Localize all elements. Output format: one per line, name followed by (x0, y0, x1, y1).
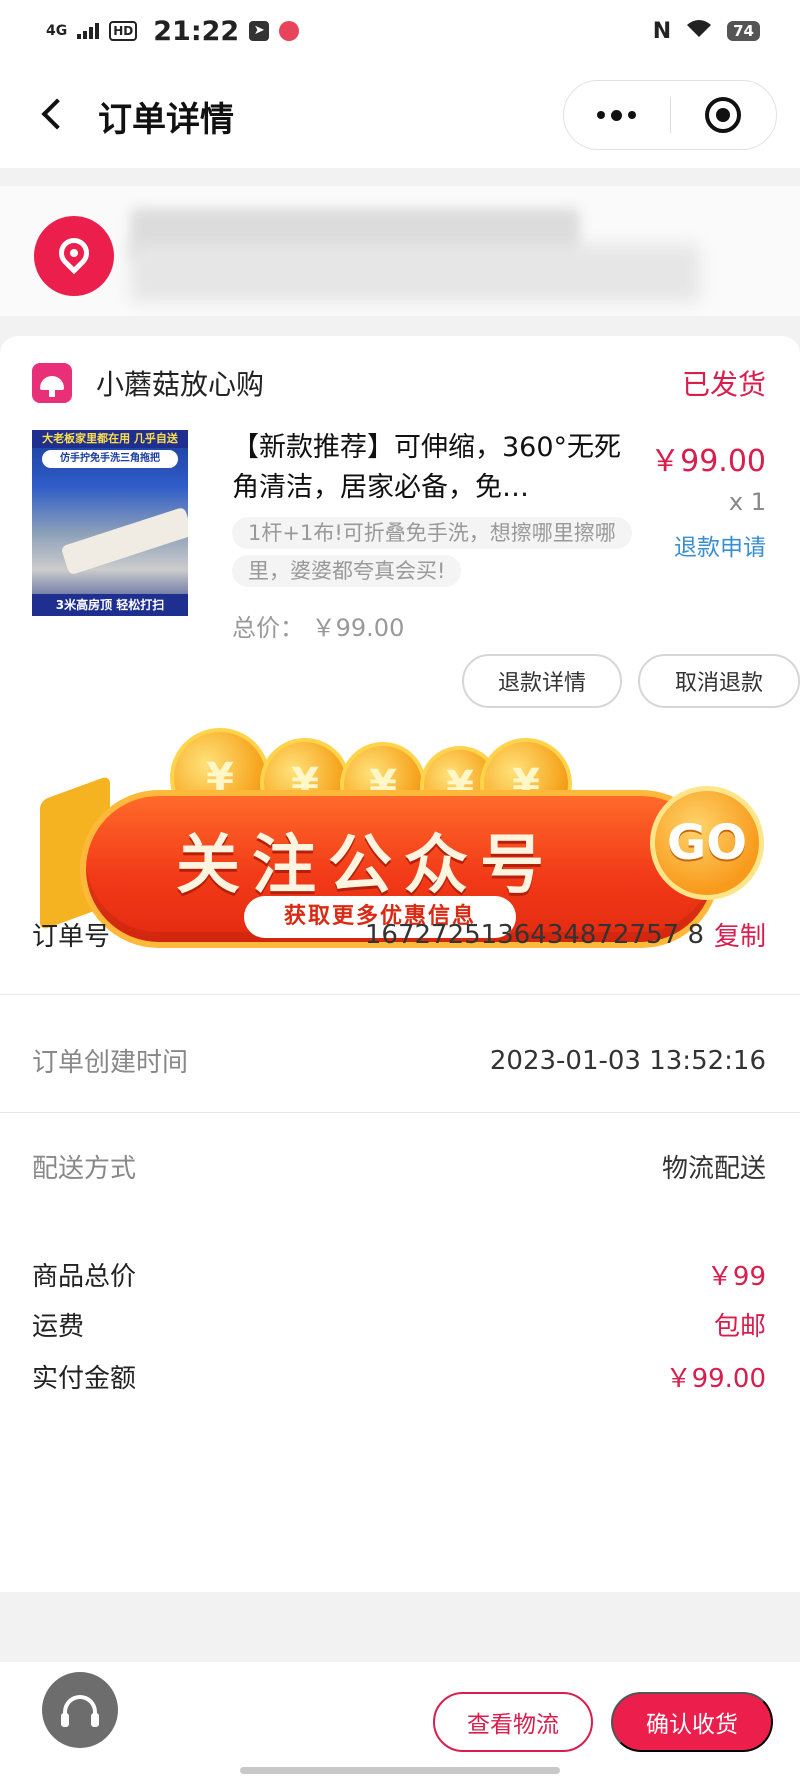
go-button[interactable]: GO (650, 786, 764, 900)
back-arrow-icon (41, 98, 73, 130)
mop-graphic (60, 506, 188, 576)
goods-total-price-value: ￥99 (706, 1262, 766, 1292)
shop-name: 小蘑菇放心购 (96, 368, 265, 401)
goods-total-row: 商品总价 ￥99 (32, 1256, 766, 1293)
goods-description-text: 1杆+1布!可折叠免手洗，想擦哪里擦哪里，婆婆都夸真会买! (232, 517, 632, 587)
hd-badge: HD (109, 21, 138, 41)
goods-quantity: x 1 (728, 488, 766, 516)
status-left: 4G HD 21:22 ➤ (46, 15, 300, 47)
goods-total-price-label: 商品总价 (32, 1262, 137, 1292)
wifi-icon (685, 16, 713, 46)
status-time: 21:22 (153, 15, 240, 47)
shipping-row: 运费 包邮 (32, 1306, 766, 1343)
paid-amount-row: 实付金额 ￥99.00 (32, 1358, 766, 1395)
shop-row[interactable]: 小蘑菇放心购 已发货 (32, 358, 766, 408)
divider (0, 1112, 800, 1113)
refund-detail-button[interactable]: 退款详情 (462, 654, 622, 708)
nav-header: 订单详情 (0, 62, 800, 168)
banner-title: 关注公众号 (176, 829, 556, 903)
order-card: 小蘑菇放心购 已发货 大老板家里都在用 几乎自送 仿手拧免手洗三角拖把 3米高房… (0, 336, 800, 1592)
home-indicator[interactable] (240, 1767, 560, 1774)
view-logistics-button[interactable]: 查看物流 (433, 1692, 593, 1752)
goods-total: 总价： ￥99.00 (232, 608, 404, 643)
refund-apply-link[interactable]: 退款申请 (674, 528, 766, 562)
created-time-value: 2023-01-03 13:52:16 (489, 1045, 766, 1076)
page-title: 订单详情 (98, 100, 234, 140)
paid-amount-label: 实付金额 (32, 1364, 137, 1394)
mini-program-capsule (563, 80, 777, 150)
app-notification-icon (279, 21, 300, 41)
delivery-method-row: 配送方式 物流配送 (32, 1148, 766, 1185)
target-icon (705, 97, 742, 133)
shipping-label: 运费 (32, 1312, 85, 1342)
mushroom-shop-icon (32, 363, 72, 403)
back-button[interactable] (30, 92, 74, 136)
goods-title[interactable]: 【新款推荐】可伸缩，360°无死角清洁，居家必备，免… (232, 428, 642, 508)
status-bar: 4G HD 21:22 ➤ N 74 (0, 0, 800, 62)
cancel-refund-button[interactable]: 取消退款 (638, 654, 800, 708)
created-time-row: 订单创建时间 2023-01-03 13:52:16 (32, 1042, 766, 1079)
delivery-method-value: 物流配送 (661, 1154, 766, 1184)
goods-image-caption-top: 大老板家里都在用 几乎自送 (32, 430, 188, 448)
order-number-label: 订单号 (32, 922, 111, 952)
shipping-value: 包邮 (713, 1312, 766, 1342)
goods-total-value: ￥99.00 (311, 614, 405, 642)
goods-total-label: 总价： (232, 614, 304, 642)
paid-amount-value: ￥99.00 (665, 1364, 766, 1394)
more-menu-button[interactable] (564, 81, 670, 149)
location-icon (34, 216, 114, 296)
signal-icon (77, 23, 100, 39)
created-time-label: 订单创建时间 (32, 1048, 189, 1078)
order-number-value: 1672725136434872757 8 (364, 919, 704, 950)
copy-button[interactable]: 复制 (714, 916, 766, 953)
status-right: N 74 (653, 16, 760, 46)
address-redacted-line2 (130, 244, 700, 302)
battery-icon: 74 (727, 21, 760, 41)
goods-price: ￥99.00 (650, 444, 766, 479)
customer-service-button[interactable] (42, 1672, 118, 1748)
goods-image[interactable]: 大老板家里都在用 几乎自送 仿手拧免手洗三角拖把 3米高房顶 轻松打扫 (32, 430, 188, 616)
goods-description: 1杆+1布!可折叠免手洗，想擦哪里擦哪里，婆婆都夸真会买! (232, 514, 642, 590)
order-number-row: 订单号 1672725136434872757 8 复制 (32, 916, 766, 953)
network-type: 4G (46, 23, 68, 39)
order-status: 已发货 (681, 368, 766, 401)
confirm-receipt-button[interactable]: 确认收货 (611, 1692, 773, 1752)
close-mini-program-button[interactable] (671, 81, 777, 149)
headset-icon (61, 1695, 99, 1727)
address-card[interactable] (0, 186, 800, 316)
delivery-method-label: 配送方式 (32, 1154, 137, 1184)
nfc-icon: N (652, 18, 672, 44)
divider (0, 994, 800, 995)
goods-image-caption-sub: 仿手拧免手洗三角拖把 (42, 450, 178, 468)
bottom-action-bar: 查看物流 确认收货 (0, 1662, 800, 1778)
telegram-icon: ➤ (249, 21, 270, 41)
goods-image-caption-bottom: 3米高房顶 轻松打扫 (32, 594, 188, 616)
